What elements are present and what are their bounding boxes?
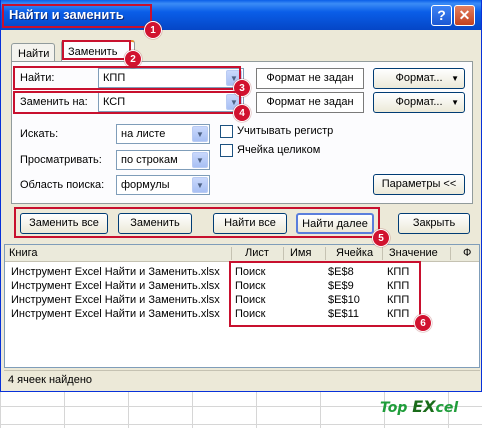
- column-divider: [283, 247, 284, 260]
- column-divider: [450, 247, 451, 260]
- column-divider: [382, 247, 383, 260]
- search-label: Просматривать:: [20, 154, 102, 166]
- match-case-checkbox[interactable]: [220, 125, 233, 138]
- within-label: Искать:: [20, 128, 59, 140]
- options-toggle-button[interactable]: Параметры <<: [373, 174, 465, 195]
- column-header[interactable]: Книга: [9, 247, 38, 259]
- cell-book: Инструмент Excel Найти и Заменить.xlsx: [11, 294, 220, 306]
- column-divider: [231, 247, 232, 260]
- chevron-down-icon[interactable]: ▼: [192, 126, 208, 142]
- dropdown-arrow-icon: ▼: [451, 98, 459, 107]
- replace-format-button[interactable]: Формат... ▼: [373, 92, 465, 113]
- topexcel-logo: Top EXcel: [380, 397, 458, 416]
- annotation-box-results: [229, 261, 421, 327]
- find-format-preview: Формат не задан: [256, 68, 364, 89]
- replace-format-label: Формат...: [395, 96, 443, 108]
- annotation-box-find: [13, 66, 241, 90]
- find-format-button[interactable]: Формат... ▼: [373, 68, 465, 89]
- cell-book: Инструмент Excel Найти и Заменить.xlsx: [11, 280, 220, 292]
- status-bar: 4 ячеек найдено: [4, 370, 480, 388]
- replace-format-preview: Формат не задан: [256, 92, 364, 113]
- cell-book: Инструмент Excel Найти и Заменить.xlsx: [11, 308, 220, 320]
- column-header[interactable]: Ф: [463, 247, 471, 259]
- logo-ex: EX: [412, 397, 436, 416]
- dropdown-arrow-icon: ▼: [451, 74, 459, 83]
- search-order-value: по строкам: [121, 154, 178, 166]
- column-header[interactable]: Значение: [389, 247, 438, 259]
- annotation-box-actions: [14, 207, 380, 238]
- results-count: 4 ячеек найдено: [8, 374, 93, 386]
- tab-find[interactable]: Найти: [11, 43, 55, 62]
- annotation-badge: 4: [233, 104, 251, 122]
- lookin-value: формулы: [121, 179, 170, 191]
- help-button[interactable]: ?: [431, 5, 452, 26]
- match-case-label: Учитывать регистр: [237, 125, 334, 137]
- annotation-box-title: [2, 4, 152, 28]
- chevron-down-icon[interactable]: ▼: [192, 152, 208, 168]
- match-entire-checkbox[interactable]: [220, 144, 233, 157]
- close-button[interactable]: Закрыть: [398, 213, 470, 234]
- annotation-box-tab: [62, 40, 131, 60]
- search-order-select[interactable]: по строкам ▼: [116, 150, 210, 170]
- within-value: на листе: [121, 128, 166, 140]
- column-header[interactable]: Имя: [290, 247, 311, 259]
- lookin-label: Область поиска:: [20, 179, 105, 191]
- annotation-box-replace: [13, 91, 241, 114]
- annotation-badge: 5: [372, 229, 390, 247]
- logo-top: Top: [380, 400, 408, 416]
- results-header: Книга Лист Имя Ячейка Значение Ф: [5, 245, 479, 262]
- column-divider: [325, 247, 326, 260]
- match-entire-label: Ячейка целиком: [237, 144, 321, 156]
- lookin-select[interactable]: формулы ▼: [116, 175, 210, 195]
- cell-book: Инструмент Excel Найти и Заменить.xlsx: [11, 266, 220, 278]
- column-header[interactable]: Лист: [245, 247, 269, 259]
- chevron-down-icon[interactable]: ▼: [192, 177, 208, 193]
- close-window-button[interactable]: ✕: [454, 5, 475, 26]
- annotation-badge: 6: [414, 314, 432, 332]
- find-format-label: Формат...: [395, 72, 443, 84]
- annotation-badge: 1: [144, 21, 162, 39]
- column-header[interactable]: Ячейка: [336, 247, 373, 259]
- within-select[interactable]: на листе ▼: [116, 124, 210, 144]
- logo-cel: cel: [435, 400, 459, 416]
